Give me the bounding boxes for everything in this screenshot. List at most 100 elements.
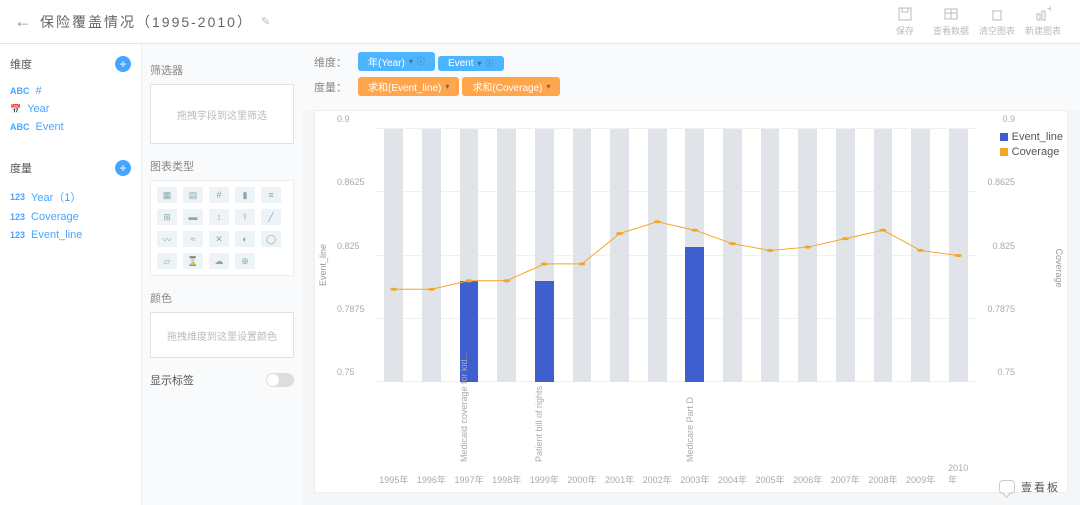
- legend-swatch: [1000, 148, 1008, 156]
- add-measure-icon[interactable]: +: [115, 160, 131, 176]
- color-dropzone[interactable]: 拖拽维度到这里设置颜色: [150, 312, 294, 358]
- measure-field[interactable]: 123Year（1）: [10, 186, 131, 208]
- y2-tick: 0.9: [1002, 114, 1015, 124]
- y-tick: 0.825: [337, 241, 360, 251]
- save-icon: [897, 6, 913, 22]
- chart-type-icon[interactable]: ⫯: [235, 209, 255, 225]
- show-label-label: 显示标签: [150, 372, 194, 388]
- back-arrow-icon[interactable]: ←: [14, 11, 40, 32]
- chart-type-icon[interactable]: ╱: [261, 209, 281, 225]
- trash-icon: [989, 6, 1005, 22]
- dimensions-label: 维度: [10, 56, 32, 72]
- x-tick: 2001年: [605, 473, 634, 486]
- field-type-icon: ABC: [10, 122, 30, 132]
- x-tick: 1995年: [379, 473, 408, 486]
- field-type-icon: 123: [10, 212, 25, 222]
- chart-type-icon[interactable]: ◐: [235, 231, 255, 247]
- legend-swatch: [1000, 133, 1008, 141]
- x-event-label: Medicaid coverage for kid...: [459, 352, 469, 462]
- dim-shelf-label: 维度：: [314, 54, 350, 70]
- view-data-button[interactable]: 查看数据: [928, 6, 974, 37]
- chart-line[interactable]: [394, 222, 958, 289]
- filter-label: 筛选器: [150, 62, 294, 78]
- x-tick: 1998年: [492, 473, 521, 486]
- field-name: Event_line: [31, 229, 82, 241]
- chart-type-icon[interactable]: ☁: [209, 253, 229, 269]
- x-tick: 2004年: [718, 473, 747, 486]
- save-button[interactable]: 保存: [882, 6, 928, 37]
- chart-type-icon[interactable]: ↕: [209, 209, 229, 225]
- x-tick: 2008年: [868, 473, 897, 486]
- chart-type-icon[interactable]: ⊞: [157, 209, 177, 225]
- wechat-icon: [999, 480, 1015, 494]
- chart-type-icon[interactable]: 〰: [157, 231, 177, 247]
- page-title: 保险覆盖情况（1995-2010）: [40, 12, 253, 32]
- new-chart-button[interactable]: + 新建图表: [1020, 6, 1066, 37]
- watermark: 壹看板: [999, 479, 1060, 495]
- chart-type-icon[interactable]: ▱: [157, 253, 177, 269]
- x-tick: 2007年: [831, 473, 860, 486]
- y-tick: 0.7875: [337, 304, 365, 314]
- x-tick: 2006年: [793, 473, 822, 486]
- dimension-field[interactable]: ABC Event: [10, 118, 131, 136]
- field-name: #: [36, 85, 42, 97]
- y2-tick: 0.825: [992, 241, 1015, 251]
- y-tick: 0.8625: [337, 177, 365, 187]
- y2-tick: 0.75: [997, 367, 1015, 377]
- chart-area: Event_line Coverage 0.750.750.78750.7875…: [314, 110, 1068, 493]
- measure-pill[interactable]: 求和(Coverage) ▾: [462, 77, 560, 96]
- chart-type-icon[interactable]: ▤: [183, 187, 203, 203]
- x-tick: 2010年: [948, 463, 968, 486]
- fields-sidebar: 维度 + ABC # 📅 Year ABC Event 度量 + 123Year（1） 123 C…: [0, 44, 142, 505]
- field-name: Year: [27, 103, 49, 115]
- field-name: Event: [36, 121, 64, 133]
- chart-type-icon[interactable]: ▮: [235, 187, 255, 203]
- legend-label: Event_line: [1012, 131, 1063, 143]
- measure-field[interactable]: 123 Event_line: [10, 226, 131, 244]
- chart-type-icon[interactable]: ≈: [183, 231, 203, 247]
- table-icon: [943, 6, 959, 22]
- chart-legend: Event_line Coverage: [1000, 131, 1063, 161]
- legend-item[interactable]: Event_line: [1000, 131, 1063, 143]
- edit-title-icon[interactable]: ✎: [261, 15, 270, 28]
- field-name: Coverage: [31, 211, 79, 223]
- chart-type-icon[interactable]: ⊕: [235, 253, 255, 269]
- dimension-field[interactable]: ABC #: [10, 82, 131, 100]
- measure-field[interactable]: 123 Coverage: [10, 208, 131, 226]
- chart-type-icon[interactable]: ◯: [261, 231, 281, 247]
- chart-type-icon[interactable]: ▦: [157, 187, 177, 203]
- legend-item[interactable]: Coverage: [1000, 146, 1063, 158]
- chart-type-grid: ▦ ▤ # ▮ ≡ ⊞ ▬ ↕ ⫯ ╱ 〰 ≈ ✕ ◐ ◯ ▱ ⌛ ☁ ⊕: [150, 180, 294, 276]
- mea-shelf-label: 度量：: [314, 79, 350, 95]
- x-event-label: Medicare Part D: [685, 397, 695, 462]
- y1-axis-title: Event_line: [318, 243, 328, 285]
- measures-label: 度量: [10, 160, 32, 176]
- legend-label: Coverage: [1012, 146, 1060, 158]
- chart-type-icon[interactable]: #: [209, 187, 229, 203]
- dimension-field[interactable]: 📅 Year: [10, 100, 131, 118]
- dimension-pill[interactable]: Event ▾ ⓘ: [438, 56, 504, 71]
- x-tick: 1997年: [455, 473, 484, 486]
- field-type-icon: 📅: [10, 104, 21, 115]
- dimension-pill[interactable]: 年(Year) ▾ ⓘ: [358, 52, 435, 71]
- field-type-icon: 123: [10, 230, 25, 240]
- y-tick: 0.75: [337, 367, 355, 377]
- y-tick: 0.9: [337, 114, 350, 124]
- clear-chart-button[interactable]: 清空图表: [974, 6, 1020, 37]
- measure-pill[interactable]: 求和(Event_line) ▾: [358, 77, 459, 96]
- chart-type-icon[interactable]: ✕: [209, 231, 229, 247]
- x-tick: 2000年: [567, 473, 596, 486]
- chart-type-icon[interactable]: ⌛: [183, 253, 203, 269]
- x-tick: 2003年: [680, 473, 709, 486]
- field-type-icon: ABC: [10, 86, 30, 96]
- svg-text:+: +: [1047, 6, 1051, 15]
- chart-type-icon[interactable]: ≡: [261, 187, 281, 203]
- show-label-toggle[interactable]: [266, 373, 294, 387]
- x-event-label: Patient bill of rights: [534, 386, 544, 462]
- chart-type-label: 图表类型: [150, 158, 294, 174]
- config-panel: 筛选器 拖拽字段到这里筛选 图表类型 ▦ ▤ # ▮ ≡ ⊞ ▬ ↕ ⫯ ╱ 〰 ≈ ✕ ◐ ◯ ▱ ⌛ ☁…: [142, 44, 302, 505]
- filter-dropzone[interactable]: 拖拽字段到这里筛选: [150, 84, 294, 144]
- add-dimension-icon[interactable]: +: [115, 56, 131, 72]
- x-tick: 2009年: [906, 473, 935, 486]
- chart-type-icon[interactable]: ▬: [183, 209, 203, 225]
